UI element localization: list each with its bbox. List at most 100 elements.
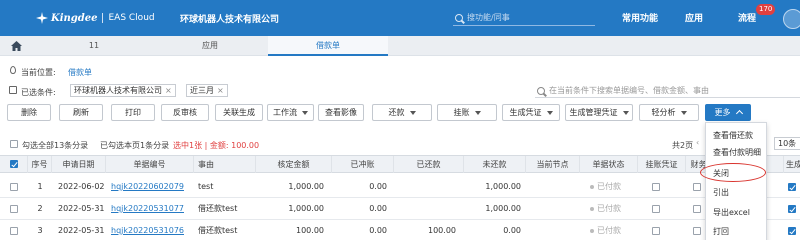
unaudit-button[interactable]: 反审核	[161, 104, 209, 121]
nav-workflow[interactable]: 流程	[738, 11, 756, 24]
tab-11[interactable]: 11	[62, 36, 126, 56]
list-search-placeholder: 在当前条件下搜索单据编号、借款金额、事由	[549, 86, 709, 95]
table-row[interactable]: 3 2022-05-31 hqjk20220531076 借还款test 100…	[0, 220, 800, 240]
cell-offset: 0.00	[369, 182, 387, 191]
bill-number-link[interactable]: hqjk20220602079	[111, 182, 184, 191]
search-placeholder: 搜功能/同事	[467, 13, 510, 22]
nav-applications[interactable]: 应用	[685, 11, 703, 24]
hang-voucher-checkbox[interactable]	[652, 205, 660, 213]
row-checkbox[interactable]	[10, 227, 18, 235]
more-button[interactable]: 更多	[705, 104, 751, 121]
tab-applications[interactable]: 应用	[178, 36, 242, 56]
nav-common-functions[interactable]: 常用功能	[622, 11, 658, 24]
tab-loan-bill[interactable]: 借款单	[268, 36, 388, 56]
status-text: 已付款	[597, 182, 621, 191]
status-text: 已付款	[597, 226, 621, 235]
column-header-number[interactable]: 单据编号	[106, 156, 194, 173]
home-tab[interactable]	[0, 36, 32, 56]
print-button[interactable]: 打印	[111, 104, 155, 121]
logo-divider	[102, 13, 104, 23]
repay-button[interactable]: 还款	[372, 104, 432, 121]
generate-management-voucher-button[interactable]: 生成管理凭证	[565, 104, 633, 121]
cell-number[interactable]: hqjk20220531076	[111, 220, 197, 240]
header-checkbox[interactable]	[10, 160, 18, 168]
column-header-repaid[interactable]: 已还款	[394, 156, 464, 173]
avatar[interactable]	[783, 9, 800, 29]
cell-approved: 1,000.00	[288, 204, 324, 213]
refresh-button[interactable]: 刷新	[59, 104, 103, 121]
close-icon[interactable]: ×	[217, 86, 224, 95]
menu-item-view-repayment[interactable]: 查看借还款	[706, 128, 768, 144]
highlight-circle-annotation	[700, 163, 766, 182]
cell-status: 已付款	[590, 220, 636, 240]
breadcrumb-current[interactable]: 借款单	[68, 67, 92, 78]
column-header-seq[interactable]: 序号	[28, 156, 52, 173]
column-header-reason[interactable]: 事由	[194, 156, 256, 173]
cell-reason: 借还款test	[198, 226, 238, 235]
row-checkbox[interactable]	[10, 183, 18, 191]
chevron-down-icon	[409, 110, 416, 115]
column-header-date[interactable]: 申请日期	[52, 156, 106, 173]
cell-unpaid: 1,000.00	[485, 182, 521, 191]
menu-item-export[interactable]: 引出	[706, 185, 768, 201]
generate-checkbox[interactable]	[788, 227, 796, 235]
cell-offset: 0.00	[369, 226, 387, 235]
cell-unpaid: 0.00	[503, 226, 521, 235]
filter-chip-period[interactable]: 近三月 ×	[186, 84, 228, 97]
cell-date: 2022-05-31	[58, 204, 105, 213]
column-header-generate[interactable]: 生成	[784, 156, 800, 173]
menu-item-view-payment-detail[interactable]: 查看付款明细	[706, 145, 768, 161]
list-search-input[interactable]: 在当前条件下搜索单据编号、借款金额、事由	[535, 85, 709, 96]
chevron-down-icon	[474, 110, 481, 115]
search-underline	[535, 97, 800, 98]
view-image-button[interactable]: 查看影像	[318, 104, 364, 121]
prev-page-icon[interactable]: ‹	[696, 138, 699, 147]
cell-seq: 2	[37, 204, 43, 213]
hang-voucher-checkbox[interactable]	[652, 183, 660, 191]
location-pin-icon	[10, 66, 16, 74]
column-header-node[interactable]: 当前节点	[526, 156, 580, 173]
light-analysis-button[interactable]: 轻分析	[639, 104, 699, 121]
tab-strip: 11 应用 借款单	[0, 36, 800, 56]
home-icon	[10, 41, 22, 51]
finance-checkbox[interactable]	[693, 183, 701, 191]
bill-number-link[interactable]: hqjk20220531077	[111, 204, 184, 213]
cell-repaid: 100.00	[428, 226, 456, 235]
cell-number[interactable]: hqjk20220602079	[111, 176, 197, 198]
status-dot-icon	[590, 184, 594, 189]
column-header-hang-voucher[interactable]: 挂账凭证	[638, 156, 686, 173]
row-checkbox[interactable]	[10, 205, 18, 213]
column-header-offset[interactable]: 已冲账	[332, 156, 394, 173]
bill-number-link[interactable]: hqjk20220531076	[111, 226, 184, 235]
cell-seq: 3	[37, 226, 43, 235]
column-header-approved[interactable]: 核定金额	[256, 156, 332, 173]
filter-icon	[9, 86, 17, 94]
finance-checkbox[interactable]	[693, 227, 701, 235]
kingdee-logo[interactable]: Kingdee EAS Cloud	[36, 11, 155, 25]
table-row[interactable]: 2 2022-05-31 hqjk20220531077 借还款test 1,0…	[0, 198, 800, 220]
column-header-status[interactable]: 单据状态	[580, 156, 638, 173]
page-size-select[interactable]: 10条	[774, 137, 800, 150]
global-search-input[interactable]: 搜功能/同事	[453, 10, 595, 26]
menu-item-export-excel[interactable]: 导出excel	[706, 205, 768, 221]
associate-generate-button[interactable]: 关联生成	[215, 104, 263, 121]
column-header-unpaid[interactable]: 未还款	[464, 156, 526, 173]
delete-button[interactable]: 删除	[7, 104, 51, 121]
cell-number[interactable]: hqjk20220531077	[111, 198, 197, 220]
generate-checkbox[interactable]	[788, 205, 796, 213]
hang-voucher-checkbox[interactable]	[652, 227, 660, 235]
generate-checkbox[interactable]	[788, 183, 796, 191]
table-row[interactable]: 1 2022-06-02 hqjk20220602079 test 1,000.…	[0, 176, 800, 198]
menu-item-reject[interactable]: 打回	[706, 224, 768, 240]
workflow-button[interactable]: 工作流	[267, 104, 314, 121]
generate-voucher-button[interactable]: 生成凭证	[502, 104, 560, 121]
cell-approved: 1,000.00	[288, 182, 324, 191]
close-icon[interactable]: ×	[165, 86, 172, 95]
select-all-checkbox[interactable]	[10, 140, 18, 148]
company-name: 环球机器人技术有限公司	[180, 15, 280, 25]
search-icon	[537, 86, 545, 95]
hang-account-button[interactable]: 挂账	[437, 104, 497, 121]
filter-chip-company[interactable]: 环球机器人技术有限公司 ×	[70, 84, 176, 97]
header-checkbox-cell[interactable]	[0, 156, 28, 173]
finance-checkbox[interactable]	[693, 205, 701, 213]
